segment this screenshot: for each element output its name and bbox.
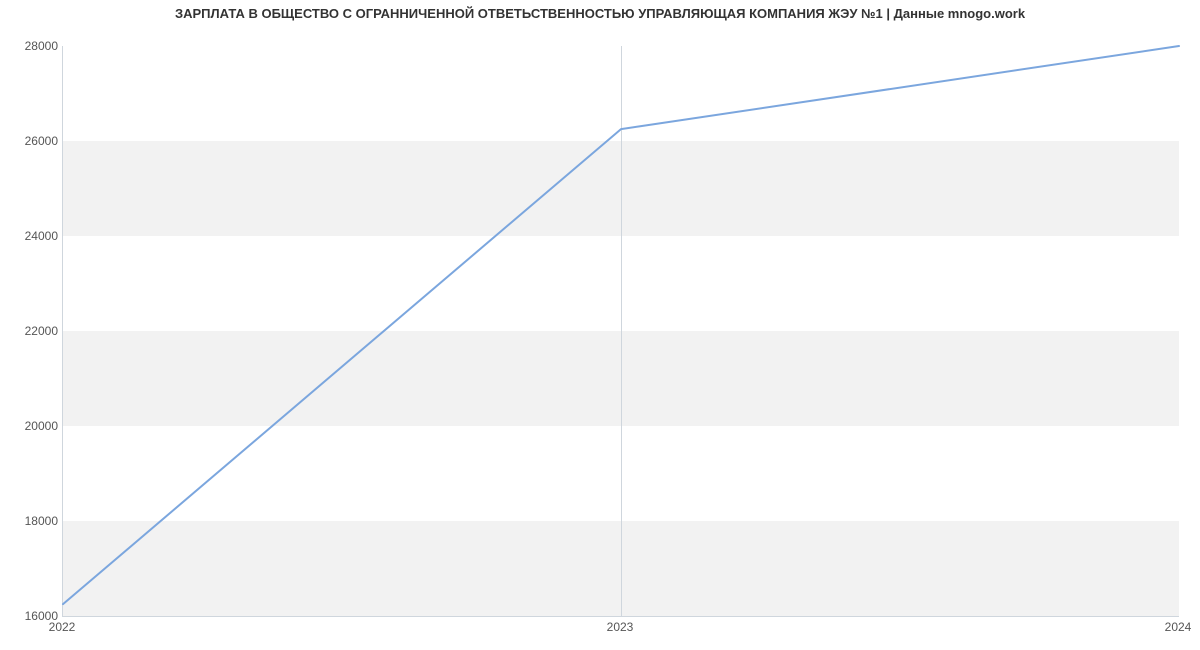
line-layer [63, 46, 1179, 616]
y-tick-label: 22000 [4, 324, 58, 338]
x-tick-label: 2024 [1165, 620, 1192, 634]
salary-line-chart: ЗАРПЛАТА В ОБЩЕСТВО С ОГРАННИЧЕННОЙ ОТВЕ… [0, 0, 1200, 650]
x-tick-label: 2023 [607, 620, 634, 634]
y-tick-label: 24000 [4, 229, 58, 243]
salary-series-line [63, 46, 1179, 604]
x-tick-label: 2022 [49, 620, 76, 634]
chart-title: ЗАРПЛАТА В ОБЩЕСТВО С ОГРАННИЧЕННОЙ ОТВЕ… [0, 6, 1200, 21]
y-tick-label: 28000 [4, 39, 58, 53]
plot-area [62, 46, 1179, 617]
y-tick-label: 18000 [4, 514, 58, 528]
y-tick-label: 20000 [4, 419, 58, 433]
y-tick-label: 26000 [4, 134, 58, 148]
